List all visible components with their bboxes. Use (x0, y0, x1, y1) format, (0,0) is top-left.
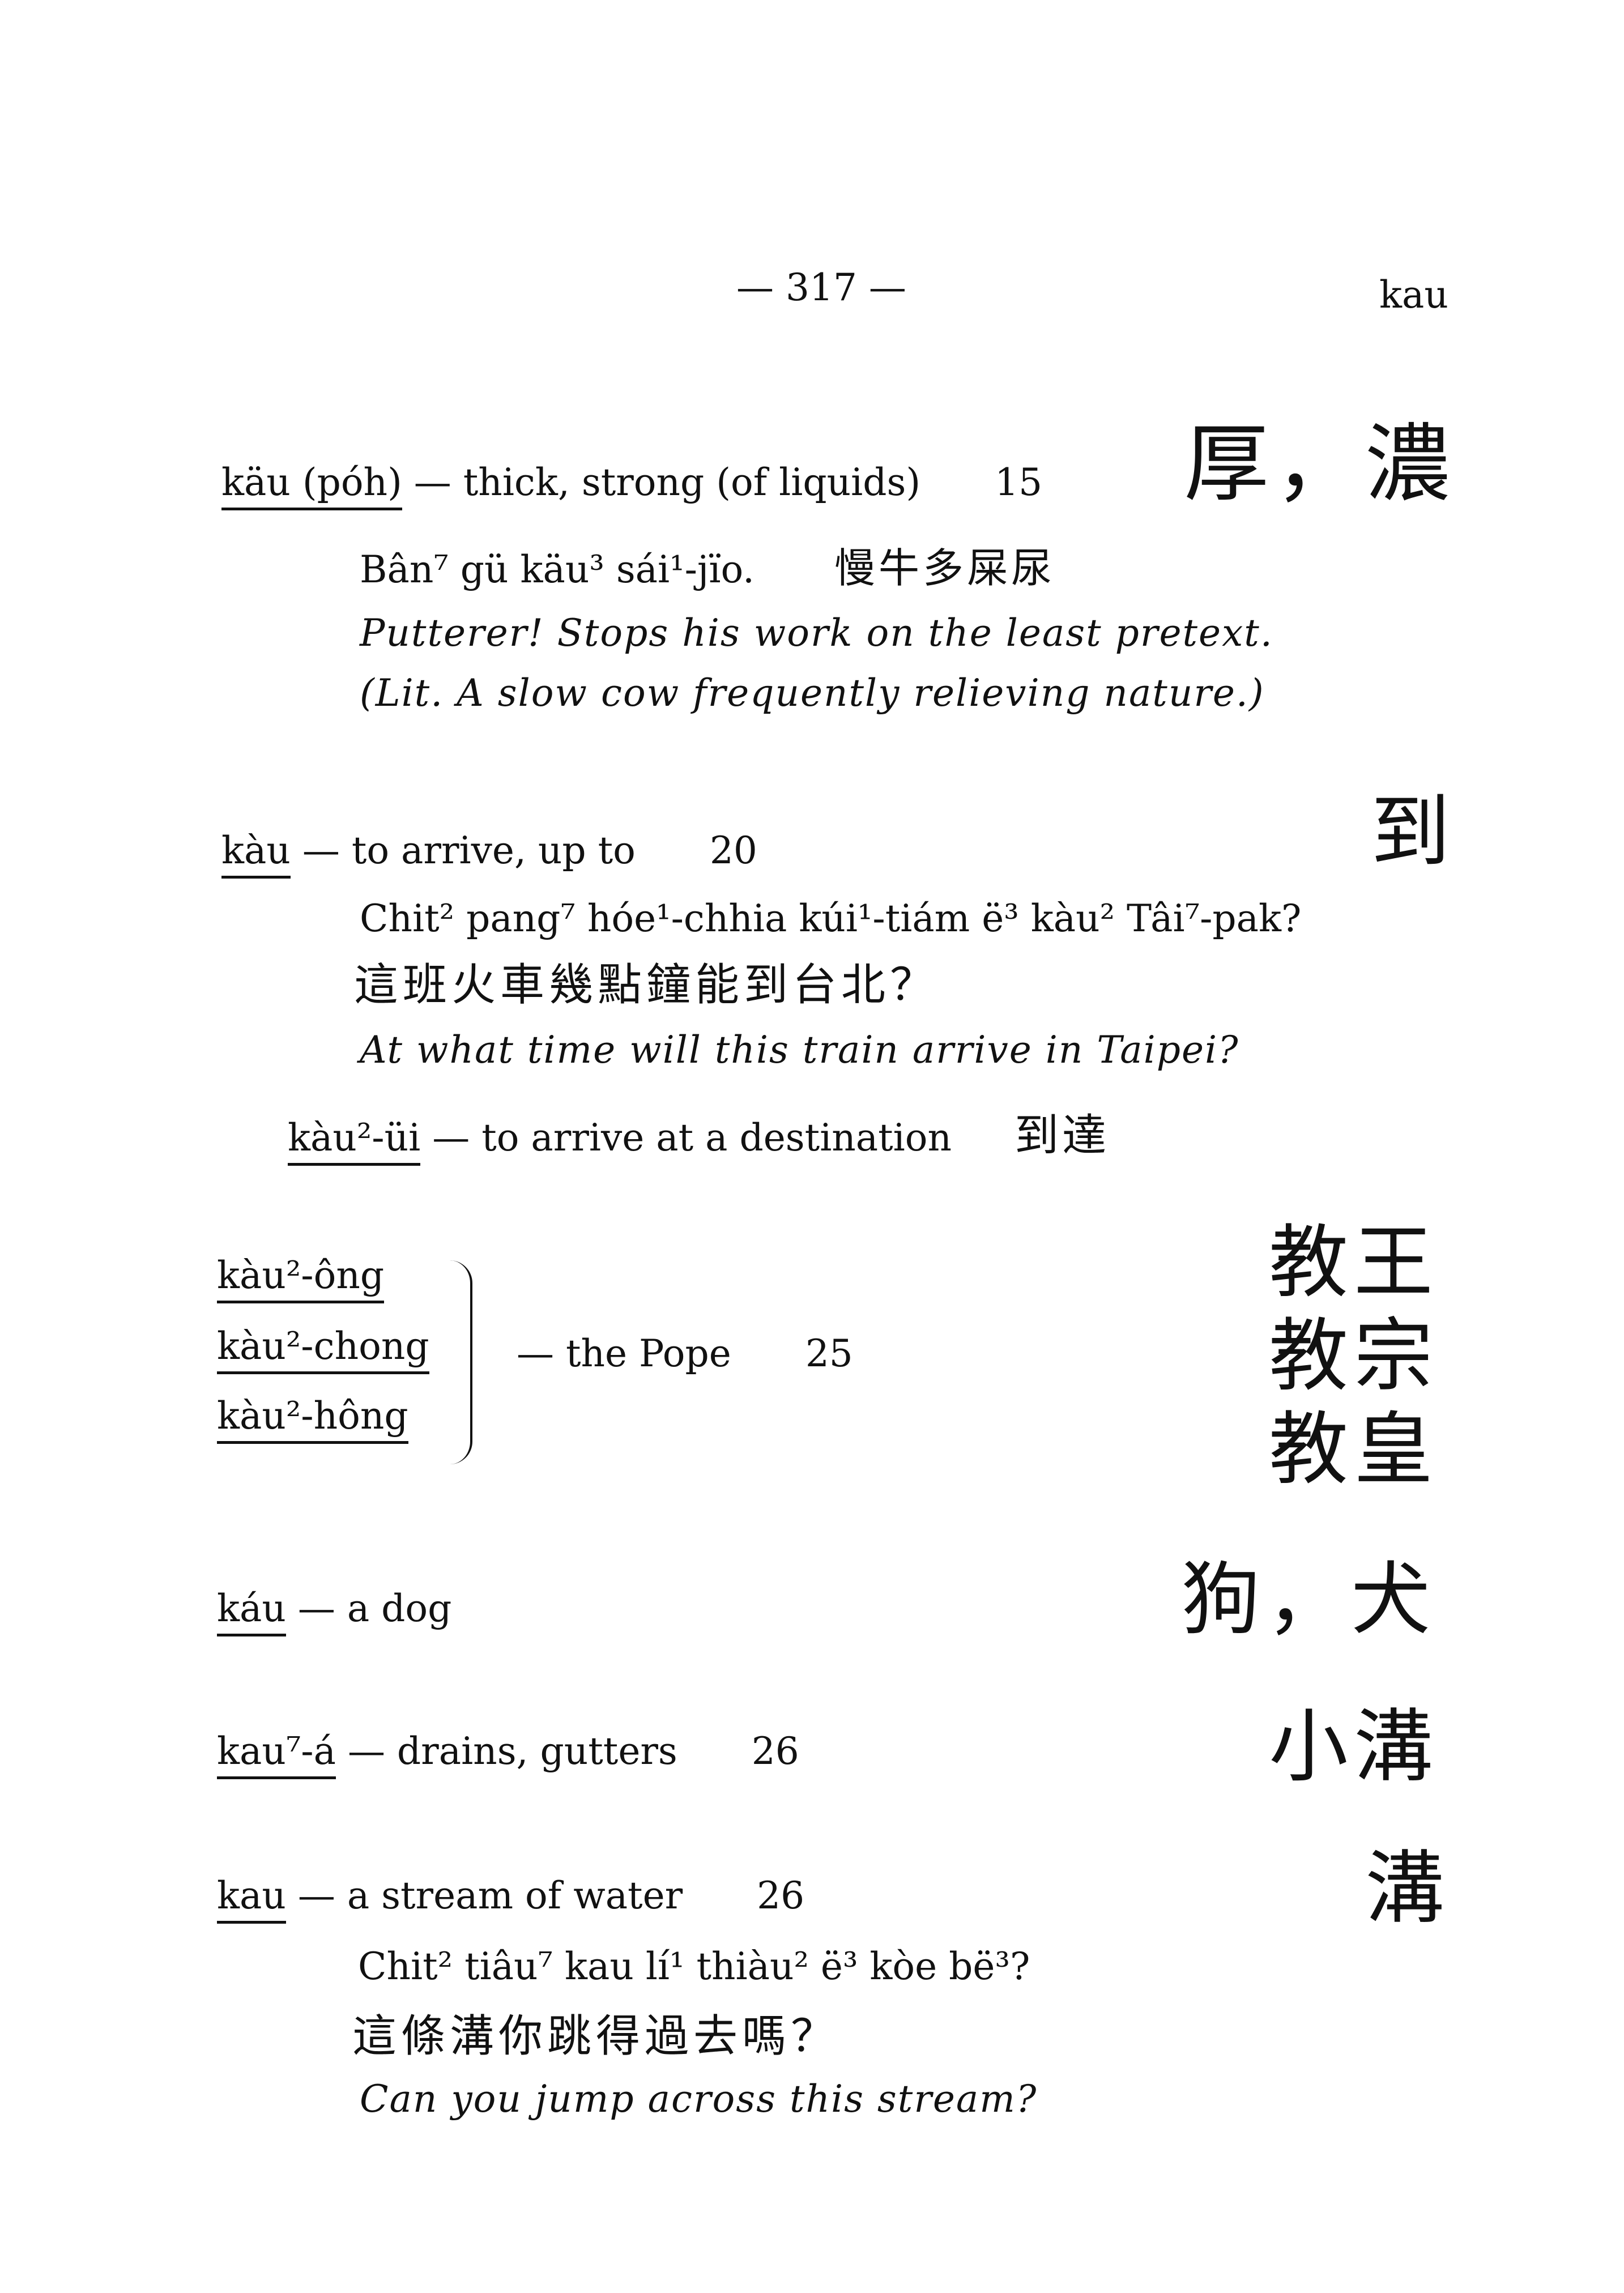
literal-translation: (Lit. A slow cow frequently relieving na… (360, 671, 1265, 715)
headword: kàu²-chong (217, 1324, 429, 1374)
subentry-kau-ui: kàu²-üi — to arrive at a destination 到達 (288, 1110, 1110, 1166)
headword: kàu²-ông (217, 1254, 385, 1303)
headword: käu (póh) (221, 461, 402, 510)
chinese-characters: 教皇 (1269, 1404, 1439, 1496)
example-romanized: Bân⁷ gü käu³ sái¹-jïo. 慢牛多屎尿 (360, 545, 1055, 593)
reference-number: 20 (709, 829, 757, 872)
definition: — a dog (285, 1587, 452, 1630)
reference-number: 25 (805, 1332, 853, 1375)
example-chinese: 這班火車幾點鐘能到台北？ (354, 960, 939, 1011)
example-romanized: Chit² tiâu⁷ kau lí¹ thiàu² ë³ kòe bë³? (358, 1945, 1030, 1988)
definition: — the Pope (517, 1332, 731, 1375)
entry-kau-thick: käu (póh) — thick, strong (of liquids) 1… (221, 460, 1043, 510)
chinese-characters: 溝 (1365, 1843, 1451, 1935)
page-number: — 317 — (736, 266, 906, 309)
headword-kau-hong: kàu²-hông (217, 1393, 408, 1444)
entry-kau-dog: káu — a dog (217, 1586, 452, 1636)
definition: — drains, gutters (335, 1729, 677, 1773)
definition: — thick, strong (of liquids) (402, 461, 921, 504)
entry-pope: — the Pope 25 (517, 1331, 853, 1376)
example-chinese: 慢牛多屎尿 (834, 544, 1056, 592)
reference-number: 15 (995, 461, 1043, 504)
chinese-characters: 教宗 (1269, 1310, 1439, 1403)
running-head: kau (1379, 273, 1448, 317)
chinese-characters: 厚，濃 (1184, 415, 1456, 514)
headword: káu (217, 1587, 286, 1636)
definition: — a stream of water (285, 1874, 683, 1917)
chinese-characters: 到達 (1015, 1110, 1110, 1161)
definition: — to arrive, up to (290, 829, 636, 872)
example-romanized: Chit² pang⁷ hóe¹-chhia kúi¹-tiám ë³ kàu²… (360, 897, 1302, 940)
headword: kàu (221, 829, 291, 879)
translation: Can you jump across this stream? (360, 2077, 1038, 2121)
translation: Putterer! Stops his work on the least pr… (360, 611, 1273, 655)
chinese-characters: 狗，犬 (1181, 1554, 1437, 1646)
definition: — to arrive at a destination (420, 1116, 952, 1160)
chinese-characters: 到 (1371, 786, 1456, 879)
headword: kàu²-hông (217, 1394, 408, 1444)
reference-number: 26 (751, 1729, 799, 1773)
entry-kau-arrive: kàu — to arrive, up to 20 (221, 828, 757, 879)
grouping-brace (447, 1260, 472, 1464)
headword-kau-ong: kàu²-ông (217, 1253, 385, 1303)
reference-number: 26 (757, 1874, 805, 1917)
headword: kau (217, 1874, 286, 1924)
headword: kau⁷-á (217, 1729, 336, 1779)
romanized-text: Bân⁷ gü käu³ sái¹-jïo. (360, 548, 755, 591)
chinese-characters: 教王 (1269, 1217, 1439, 1309)
chinese-characters: 小溝 (1269, 1701, 1439, 1793)
headword-kau-chong: kàu²-chong (217, 1324, 429, 1374)
entry-kau-a: kau⁷-á — drains, gutters 26 (217, 1729, 799, 1779)
headword: kàu²-üi (288, 1116, 421, 1166)
translation: At what time will this train arrive in T… (360, 1028, 1239, 1072)
example-chinese: 這條溝你跳得過去嗎？ (352, 2011, 840, 2062)
entry-kau-stream: kau — a stream of water 26 (217, 1873, 805, 1924)
